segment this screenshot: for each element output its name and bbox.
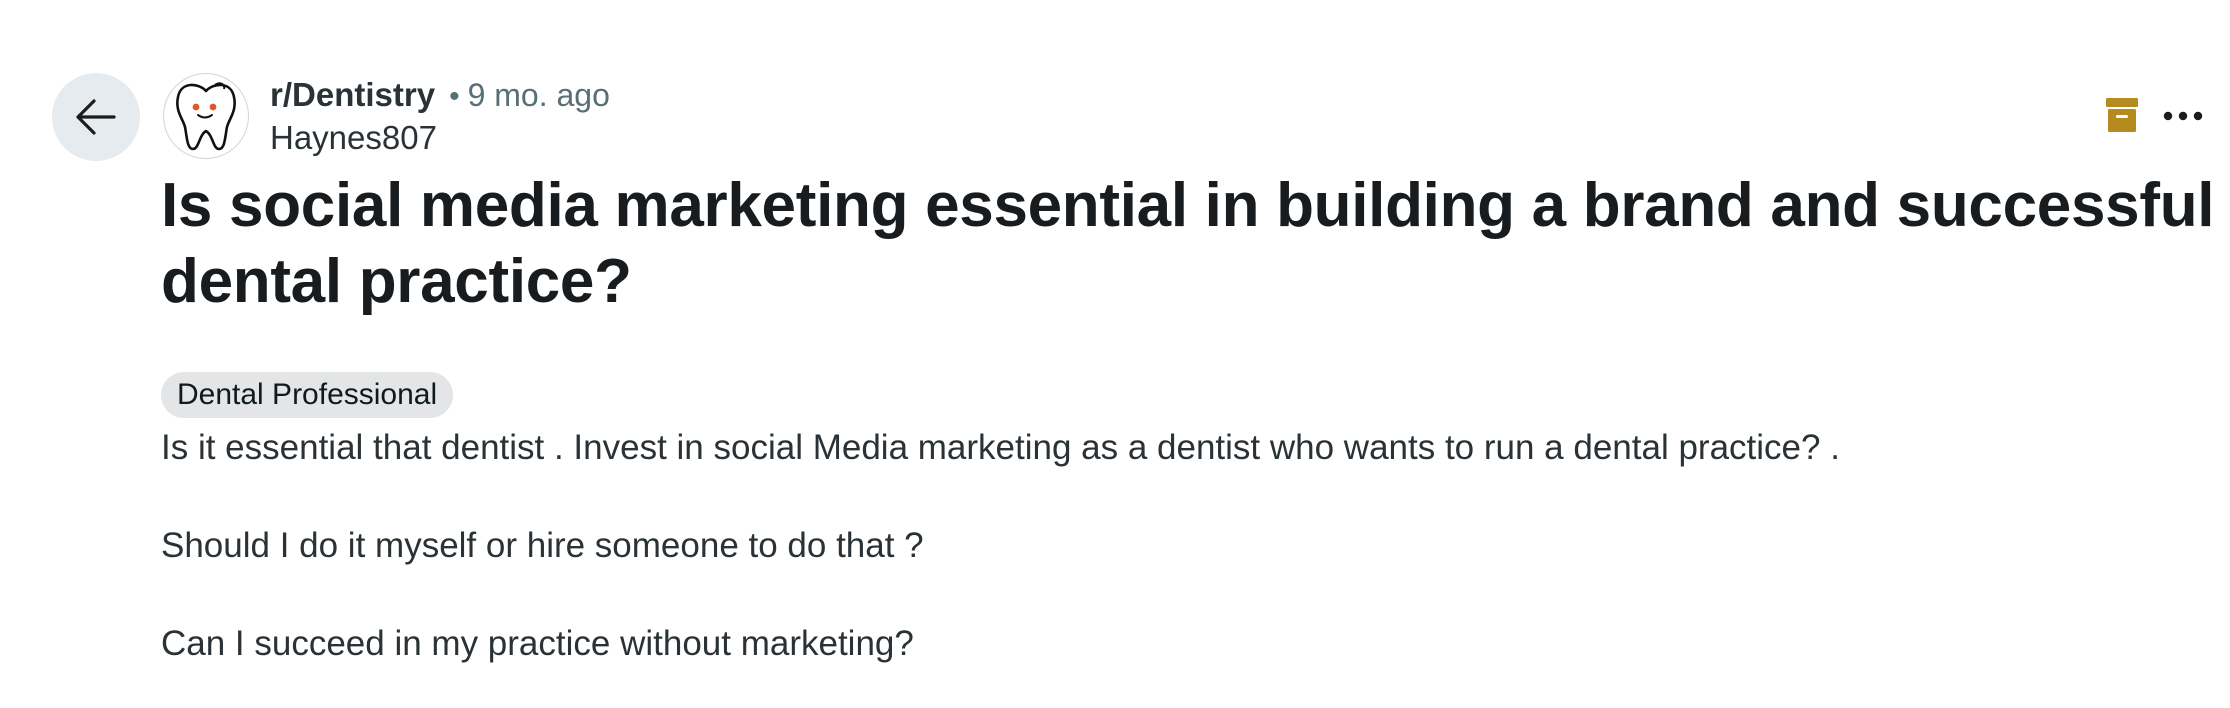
post-body-paragraph: Is it essential that dentist . Invest in… [161,428,1840,467]
post-title: Is social media marketing essential in b… [161,171,2215,316]
more-options-button[interactable] [2158,96,2208,136]
post-body-paragraph: Can I succeed in my practice without mar… [161,624,914,663]
post-timestamp: 9 mo. ago [467,77,610,113]
subreddit-link[interactable]: r/Dentistry [270,76,435,114]
meta-separator: • [449,80,460,113]
tooth-icon [176,82,236,151]
back-button[interactable] [52,73,140,161]
author-link[interactable]: Haynes807 [270,119,437,157]
subreddit-avatar[interactable] [163,73,249,159]
arrow-left-icon [76,99,116,135]
more-horizontal-icon [2163,111,2203,121]
post-meta: r/Dentistry • 9 mo. ago [270,76,610,116]
post-flair[interactable]: Dental Professional [161,372,454,418]
post-body-paragraph: Should I do it myself or hire someone to… [161,526,924,565]
archive-box-icon [2106,98,2138,132]
